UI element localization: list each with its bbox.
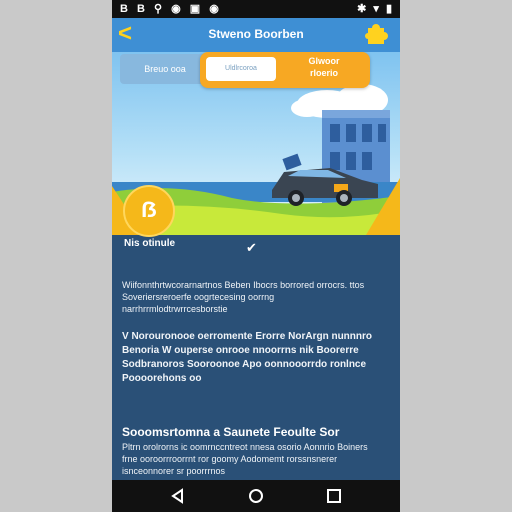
home-circle-icon[interactable] <box>246 486 266 506</box>
cta-button[interactable]: Glwoor rloerio <box>282 55 366 83</box>
phone-screen: B B ⚲ ◉ ▣ ◉ ✱ ▾ ▮ < Stweno Boorben Breuo… <box>112 0 400 512</box>
page-title: Stweno Boorben <box>208 27 304 41</box>
status-right-icons: ✱ ▾ ▮ <box>357 3 394 15</box>
check-icon[interactable]: ✔ <box>246 240 257 256</box>
segment-panel-right: Uldlrcoroa Glwoor rloerio <box>200 52 370 88</box>
status-left-icons: B B ⚲ ◉ ▣ ◉ <box>120 3 222 15</box>
app-bar: < Stweno Boorben <box>112 18 400 52</box>
segment-tab-left[interactable]: Breuo ooa <box>120 54 210 84</box>
paragraph-2: V Norouronooe oerromente Erorre NorArgn … <box>122 331 373 384</box>
search-input[interactable]: Uldlrcoroa <box>206 57 276 81</box>
subheading: Sooomsrtomna a Saunete Feoulte Sor <box>122 425 340 439</box>
puzzle-icon[interactable] <box>364 22 390 48</box>
status-bar: B B ⚲ ◉ ▣ ◉ ✱ ▾ ▮ <box>112 0 400 18</box>
system-nav-bar <box>112 480 400 512</box>
back-triangle-icon[interactable] <box>168 486 188 506</box>
section-heading: Nis otinule <box>124 238 176 249</box>
paragraph-1: Wiifonnthrtwcorarnartnos Beben Ibocrs bo… <box>122 280 365 314</box>
recents-square-icon[interactable] <box>324 486 344 506</box>
paragraph-3: Pltrn orolrorns ic oomrnccntreot nnesa o… <box>122 442 368 476</box>
currency-badge[interactable]: ẞ <box>123 185 175 237</box>
